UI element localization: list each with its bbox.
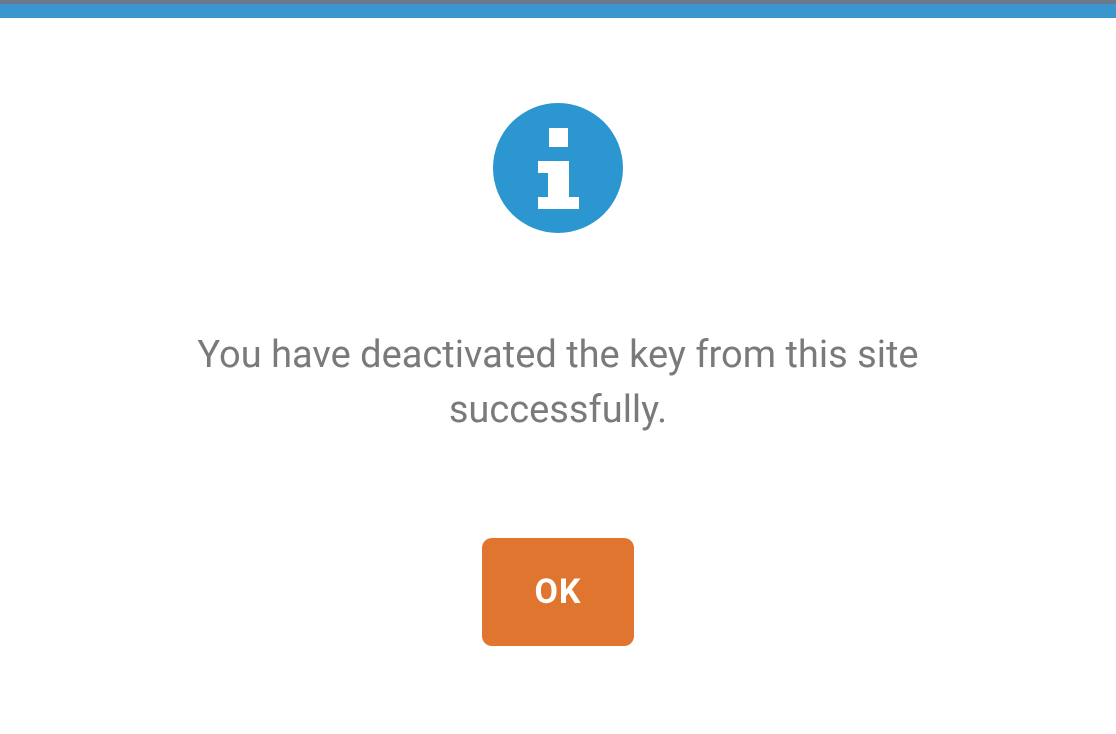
- info-icon: [493, 103, 623, 233]
- ok-button[interactable]: OK: [482, 538, 633, 646]
- dialog-message: You have deactivated the key from this s…: [108, 328, 1008, 438]
- dialog-accent-bar: [0, 4, 1116, 18]
- info-icon-glyph: [548, 128, 569, 209]
- info-dialog: You have deactivated the key from this s…: [0, 18, 1116, 646]
